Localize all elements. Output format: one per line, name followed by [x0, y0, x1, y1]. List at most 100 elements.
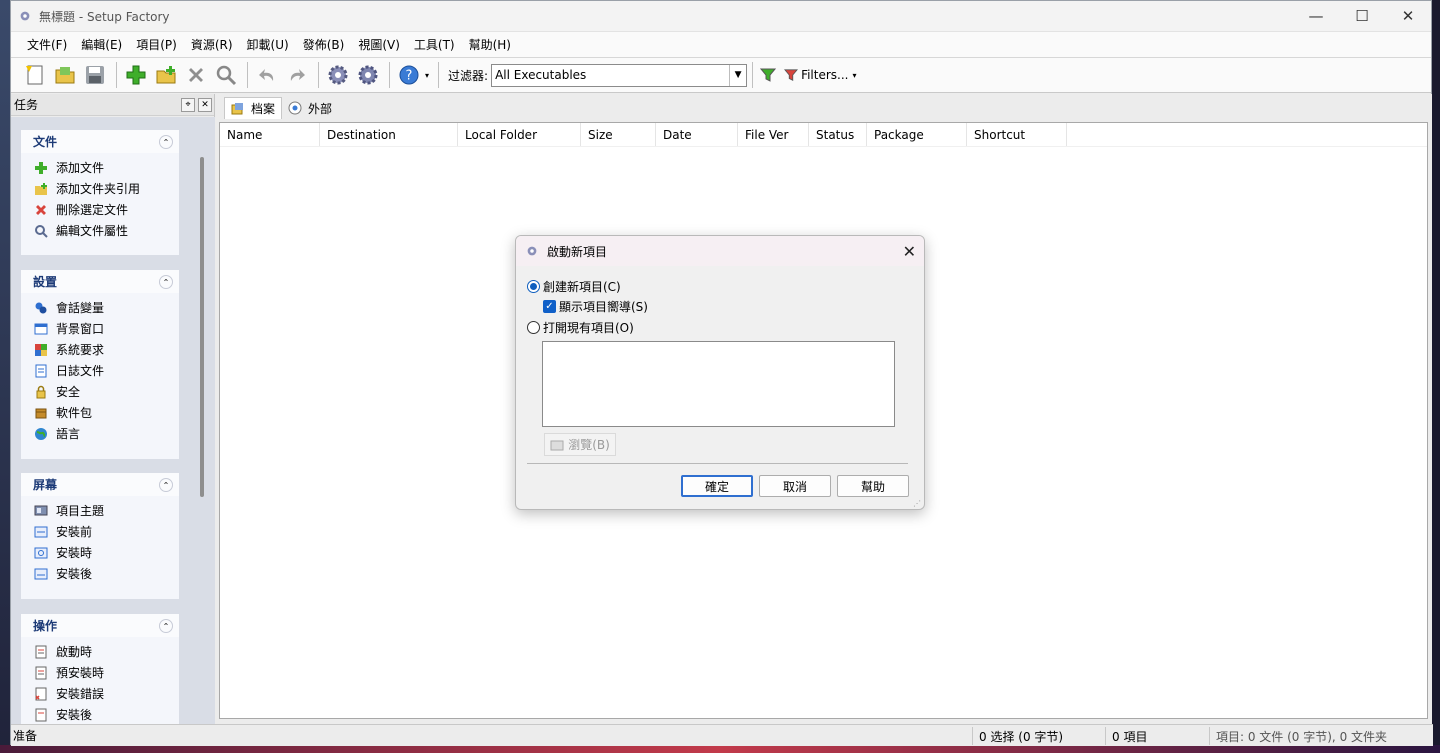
- new-project-button[interactable]: [21, 62, 48, 89]
- screen-progress-icon: [33, 545, 49, 561]
- column-file-ver[interactable]: File Ver: [738, 123, 809, 146]
- funnel-icon: [760, 68, 777, 82]
- collapse-icon[interactable]: ⌃: [159, 478, 173, 492]
- resize-grip-icon[interactable]: ⋰: [913, 499, 921, 508]
- group-header-settings[interactable]: 設置 ⌃: [21, 270, 179, 293]
- add-files-button[interactable]: [122, 62, 149, 89]
- radio-create-new-indicator[interactable]: [527, 280, 540, 293]
- pin-icon[interactable]: ⌖: [181, 97, 195, 112]
- group-screens: 屏幕 ⌃ 項目主題 安裝前 安裝時 安裝後: [21, 473, 179, 599]
- task-on-startup[interactable]: 啟動時: [33, 641, 179, 662]
- radio-open-existing-indicator[interactable]: [527, 321, 540, 334]
- group-header-screens[interactable]: 屏幕 ⌃: [21, 473, 179, 496]
- undo-button[interactable]: [253, 62, 280, 89]
- tab-external[interactable]: 外部: [282, 97, 338, 119]
- menu-file[interactable]: 文件(F): [20, 36, 74, 53]
- column-status[interactable]: Status: [809, 123, 867, 146]
- task-security[interactable]: 安全: [33, 381, 179, 402]
- help-button[interactable]: ?: [395, 62, 422, 89]
- column-local-folder[interactable]: Local Folder: [458, 123, 581, 146]
- task-background-window[interactable]: 背景窗口: [33, 318, 179, 339]
- maximize-button[interactable]: ☐: [1339, 1, 1385, 32]
- task-pane-scrollbar[interactable]: [200, 157, 204, 497]
- radio-open-existing[interactable]: 打開現有項目(O): [527, 319, 634, 336]
- tab-strip: 档案 外部: [218, 94, 1432, 122]
- task-edit-properties[interactable]: 編輯文件屬性: [33, 220, 179, 241]
- collapse-icon[interactable]: ⌃: [159, 275, 173, 289]
- column-date[interactable]: Date: [656, 123, 738, 146]
- task-remove-files[interactable]: 刪除選定文件: [33, 199, 179, 220]
- desktop-strip: [0, 0, 10, 753]
- filters-button[interactable]: Filters... ▾: [784, 68, 857, 82]
- checkbox-show-wizard[interactable]: ✓ 顯示項目嚮導(S): [543, 298, 648, 315]
- title-bar: 無標題 - Setup Factory — ☐ ✕: [11, 1, 1431, 32]
- help-dialog-button[interactable]: 幫助: [837, 475, 909, 497]
- chevron-down-icon[interactable]: ▼: [729, 64, 746, 86]
- build-button[interactable]: [324, 62, 351, 89]
- menu-project[interactable]: 項目(P): [129, 36, 184, 53]
- menu-bar: 文件(F) 編輯(E) 項目(P) 資源(R) 卸載(U) 發佈(B) 視圖(V…: [11, 32, 1431, 58]
- close-button[interactable]: ✕: [1385, 1, 1431, 32]
- open-project-button[interactable]: [51, 62, 78, 89]
- task-log-file[interactable]: 日誌文件: [33, 360, 179, 381]
- task-screens-during[interactable]: 安裝時: [33, 542, 179, 563]
- column-size[interactable]: Size: [581, 123, 656, 146]
- task-on-install-error[interactable]: 安裝錯誤: [33, 683, 179, 704]
- ok-button[interactable]: 確定: [681, 475, 753, 497]
- task-screens-before[interactable]: 安裝前: [33, 521, 179, 542]
- red-x-icon: [33, 202, 49, 218]
- task-packages[interactable]: 軟件包: [33, 402, 179, 423]
- menu-resources[interactable]: 資源(R): [184, 36, 240, 53]
- column-name[interactable]: Name: [220, 123, 320, 146]
- help-icon: ?: [399, 65, 418, 85]
- remove-button[interactable]: [182, 62, 209, 89]
- redo-button[interactable]: [283, 62, 310, 89]
- menu-publish[interactable]: 發佈(B): [296, 36, 352, 53]
- help-dropdown-icon[interactable]: ▾: [425, 71, 429, 80]
- menu-uninstall[interactable]: 卸載(U): [240, 36, 296, 53]
- task-system-requirements[interactable]: 系統要求: [33, 339, 179, 360]
- settings-button[interactable]: [354, 62, 381, 89]
- close-pane-icon[interactable]: ✕: [198, 97, 212, 112]
- radio-create-new[interactable]: 創建新項目(C): [527, 278, 621, 295]
- requirements-icon: [33, 342, 49, 358]
- browse-button[interactable]: 瀏覽(B): [544, 433, 616, 456]
- tab-files[interactable]: 档案: [224, 97, 283, 119]
- cancel-button[interactable]: 取消: [759, 475, 831, 497]
- filter-select[interactable]: All Executables ▼: [491, 63, 748, 87]
- group-header-files[interactable]: 文件 ⌃: [21, 130, 179, 153]
- checkmark-icon[interactable]: ✓: [543, 300, 556, 313]
- collapse-icon[interactable]: ⌃: [159, 619, 173, 633]
- task-screens-after[interactable]: 安裝後: [33, 563, 179, 584]
- add-folder-button[interactable]: [152, 62, 179, 89]
- task-on-pre-install[interactable]: 預安裝時: [33, 662, 179, 683]
- menu-help[interactable]: 幫助(H): [462, 36, 518, 53]
- file-list-header: Name Destination Local Folder Size Date …: [220, 123, 1427, 147]
- column-shortcut[interactable]: Shortcut: [967, 123, 1067, 146]
- task-add-folder-ref[interactable]: 添加文件夹引用: [33, 178, 179, 199]
- status-selection: 0 选择 (0 字节): [972, 727, 1063, 745]
- task-add-files[interactable]: 添加文件: [33, 157, 179, 178]
- svg-text:?: ?: [405, 69, 412, 84]
- magnifier-icon: [216, 65, 236, 86]
- menu-tools[interactable]: 工具(T): [407, 36, 462, 53]
- minimize-button[interactable]: —: [1293, 1, 1339, 32]
- save-button[interactable]: [81, 62, 108, 89]
- task-languages[interactable]: 語言: [33, 423, 179, 444]
- taskbar-strip: [0, 745, 1440, 753]
- task-on-post-install[interactable]: 安裝後: [33, 704, 179, 724]
- menu-view[interactable]: 視圖(V): [351, 36, 407, 53]
- funnel-button[interactable]: [758, 62, 778, 89]
- collapse-icon[interactable]: ⌃: [159, 135, 173, 149]
- task-session-variables[interactable]: 會話變量: [33, 297, 179, 318]
- column-package[interactable]: Package: [867, 123, 967, 146]
- group-header-actions[interactable]: 操作 ⌃: [21, 614, 179, 637]
- task-project-theme[interactable]: 項目主題: [33, 500, 179, 521]
- screen-icon: [33, 524, 49, 540]
- properties-button[interactable]: [212, 62, 239, 89]
- recent-projects-list[interactable]: [542, 341, 895, 427]
- column-destination[interactable]: Destination: [320, 123, 458, 146]
- menu-edit[interactable]: 編輯(E): [74, 36, 129, 53]
- filter-value: All Executables: [495, 68, 587, 82]
- dialog-close-icon[interactable]: ✕: [903, 242, 916, 261]
